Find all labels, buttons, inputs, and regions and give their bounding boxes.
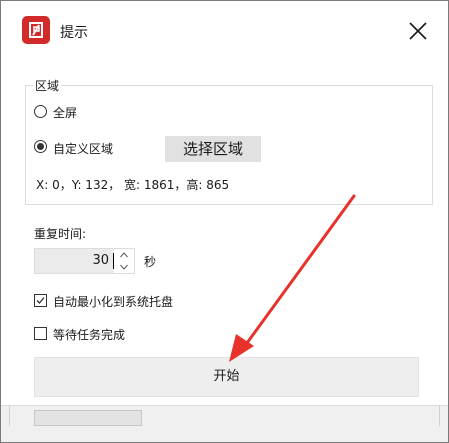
select-region-button[interactable]: 选择区域	[165, 136, 261, 162]
fullscreen-label[interactable]: 全屏	[53, 104, 77, 121]
chevron-up-icon	[120, 252, 128, 258]
progress-bar	[34, 410, 142, 426]
dialog-window: 提示 区域 全屏 自定义区域 选择区域 X: 0，Y: 132， 宽: 1861…	[0, 0, 449, 443]
increment-button[interactable]	[114, 249, 134, 261]
start-button[interactable]: 开始	[34, 357, 419, 397]
close-icon	[409, 22, 427, 40]
app-logo-icon	[22, 16, 50, 44]
wait-task-complete-label[interactable]: 等待任务完成	[53, 326, 125, 343]
region-coords-text: X: 0，Y: 132， 宽: 1861，高: 865	[36, 178, 230, 192]
custom-region-label[interactable]: 自定义区域	[53, 140, 113, 157]
checkmark-icon	[36, 297, 45, 304]
custom-region-radio[interactable]	[34, 140, 47, 153]
repeat-interval-unit: 秒	[144, 255, 157, 269]
minimize-to-tray-checkbox[interactable]	[34, 294, 47, 307]
decrement-button[interactable]	[114, 261, 134, 273]
repeat-interval-label: 重复时间:	[34, 227, 87, 241]
status-bar	[1, 405, 448, 442]
title-bar: 提示	[1, 1, 448, 61]
wait-task-complete-checkbox[interactable]	[34, 327, 47, 340]
close-button[interactable]	[400, 13, 436, 49]
fullscreen-radio[interactable]	[34, 105, 47, 118]
chevron-down-icon	[120, 264, 128, 270]
repeat-interval-input[interactable]: 30	[39, 253, 109, 268]
region-group-title: 区域	[33, 77, 62, 94]
window-title: 提示	[60, 25, 88, 41]
repeat-interval-stepper[interactable]: 30	[34, 248, 135, 274]
minimize-to-tray-label[interactable]: 自动最小化到系统托盘	[53, 293, 173, 310]
